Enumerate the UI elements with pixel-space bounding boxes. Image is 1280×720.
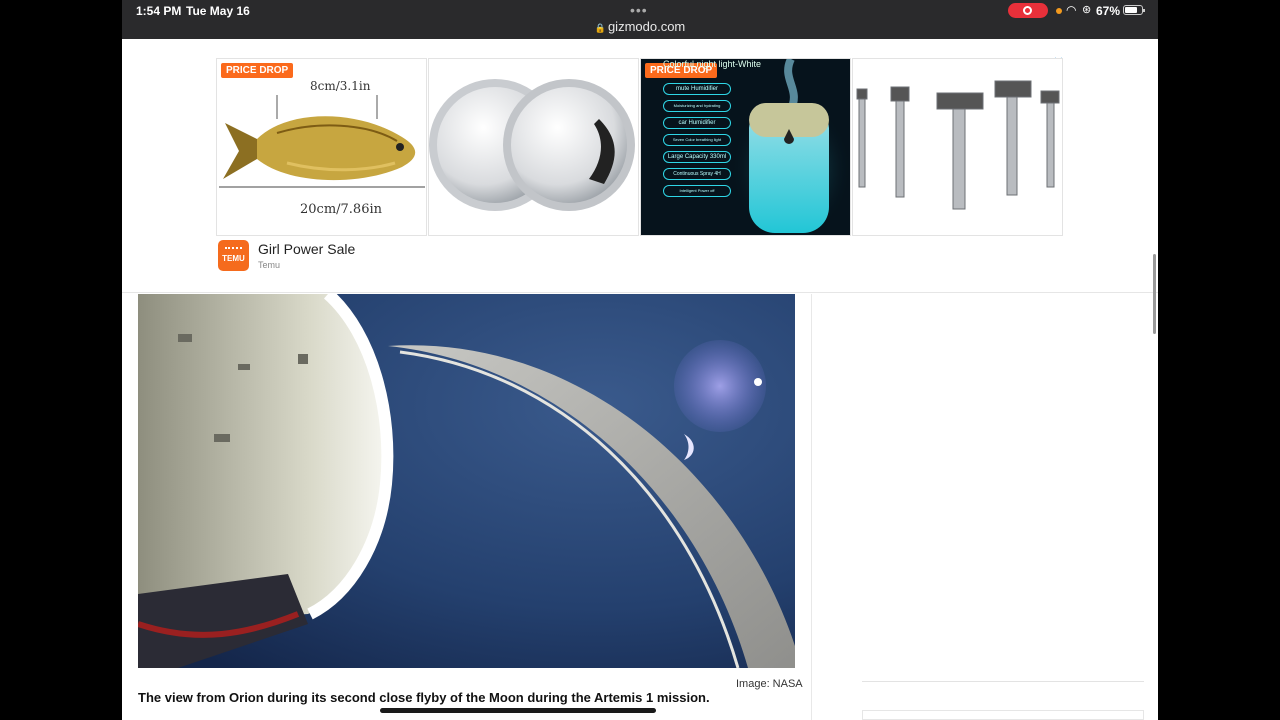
- ad-advertiser-title[interactable]: Girl Power Sale: [258, 241, 355, 257]
- advertisement[interactable]: ▷ ✕ PRICE DROP 8cm/3.1in 20cm/7.86in: [122, 39, 1158, 293]
- location-icon: ⊛: [1082, 4, 1092, 16]
- sidebar-rule: [862, 681, 1144, 682]
- article-body: Image: NASA The view from Orion during i…: [122, 294, 1158, 720]
- page-scrollbar[interactable]: [1153, 254, 1156, 334]
- address-bar[interactable]: 🔒 gizmodo.com: [122, 19, 1158, 34]
- article-image[interactable]: [138, 294, 795, 668]
- feature-item: Intelligent Power off: [663, 185, 731, 197]
- status-time: 1:54 PM: [136, 4, 182, 18]
- lock-icon: 🔒: [594, 23, 606, 33]
- mic-indicator-icon: [1056, 8, 1062, 14]
- safari-top-bar: 1:54 PM Tue May 16 ••• 🔒 gizmodo.com ◠ ⊛ …: [122, 0, 1158, 39]
- feature-item: Large Capacity 330ml: [663, 151, 731, 163]
- wifi-icon: ◠: [1066, 3, 1077, 17]
- temu-logo[interactable]: TEMU: [218, 240, 249, 271]
- feature-item: car Humidifier: [663, 117, 731, 129]
- ad-product-tile-3[interactable]: PRICE DROP Colorful night light-White mu…: [640, 58, 851, 236]
- browser-frame: 1:54 PM Tue May 16 ••• 🔒 gizmodo.com ◠ ⊛ …: [122, 0, 1158, 720]
- image-credit: Image: NASA: [736, 678, 803, 690]
- battery-icon: [1123, 5, 1145, 15]
- blind-spot-mirrors-image: [429, 79, 635, 211]
- drill-bits-image: [856, 80, 1060, 210]
- feature-list: mute Humidifier Moisturizing and hydrati…: [663, 83, 731, 202]
- ad-advertiser-name: Temu: [258, 260, 281, 270]
- dimension-label-bottom: 20cm/7.86in: [300, 202, 383, 217]
- ad-product-tile-1[interactable]: PRICE DROP 8cm/3.1in 20cm/7.86in: [216, 58, 427, 236]
- url-text: gizmodo.com: [607, 19, 686, 34]
- feature-item: Moisturizing and hydrating: [663, 100, 731, 112]
- image-caption: The view from Orion during its second cl…: [138, 690, 710, 705]
- screen-record-indicator[interactable]: [1008, 3, 1048, 18]
- ad-product-tile-2[interactable]: [428, 58, 639, 236]
- record-icon: [1023, 6, 1032, 15]
- feature-item: mute Humidifier: [663, 83, 731, 95]
- product-overlay-title: Colorful night light-White: [663, 59, 762, 69]
- price-drop-badge: PRICE DROP: [221, 63, 294, 78]
- home-indicator[interactable]: [380, 708, 656, 713]
- ad-product-tile-4[interactable]: [852, 58, 1063, 236]
- feature-item: Continuous Spray 4H: [663, 168, 731, 180]
- multitasking-dots-icon[interactable]: •••: [630, 2, 648, 18]
- orion-moon-photo: [138, 294, 795, 668]
- sidebar-divider: [811, 294, 812, 720]
- dimension-label-top: 8cm/3.1in: [310, 79, 371, 93]
- status-date: Tue May 16: [186, 4, 250, 18]
- sidebar-widget: [862, 710, 1144, 720]
- feature-item: Seven Color breathing light: [663, 134, 731, 146]
- battery-percent: 67%: [1096, 4, 1121, 18]
